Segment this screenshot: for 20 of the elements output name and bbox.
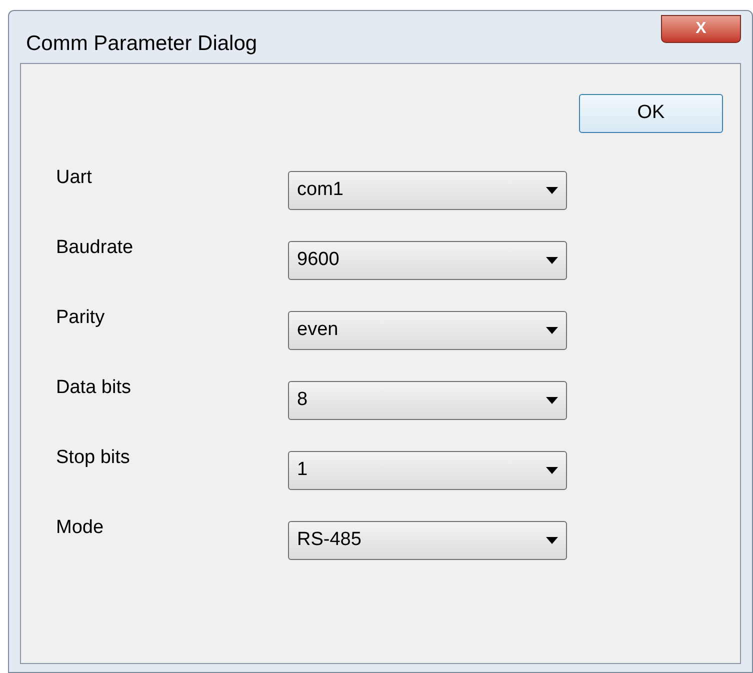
field-label: Stop bits [56, 446, 131, 470]
dropdown[interactable]: 9600 [288, 241, 567, 280]
dropdown[interactable]: even [288, 311, 567, 350]
dropdown[interactable]: 1 [288, 451, 567, 490]
field-label: Uart [56, 166, 93, 190]
dropdown-arrow-icon [546, 537, 558, 544]
dropdown[interactable]: RS-485 [288, 521, 567, 560]
dropdown[interactable]: com1 [288, 171, 567, 210]
field-label: Mode [56, 516, 105, 540]
dropdown-arrow-icon [546, 257, 558, 264]
field-label: Data bits [56, 376, 132, 400]
dropdown-arrow-icon [546, 187, 558, 194]
dropdown-arrow-icon [546, 327, 558, 334]
field-label: Baudrate [56, 236, 134, 260]
dropdown-arrow-icon [546, 467, 558, 474]
dropdown-arrow-icon [546, 397, 558, 404]
ok-button[interactable]: OK [579, 94, 723, 133]
dropdown[interactable]: 8 [288, 381, 567, 420]
field-label: Parity [56, 306, 106, 330]
window-title: Comm Parameter Dialog [26, 31, 258, 57]
